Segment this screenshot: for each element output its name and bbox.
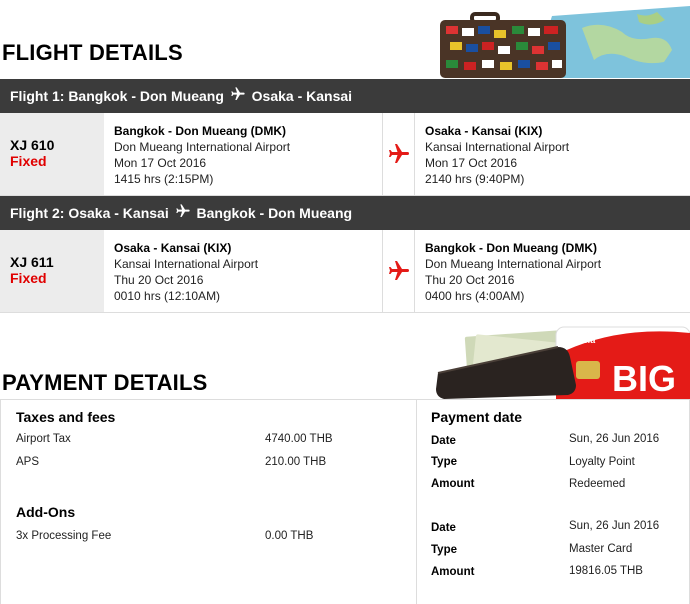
payment-type-label: Type <box>431 544 457 556</box>
flight-2-number-cell: XJ 611 Fixed <box>0 230 104 312</box>
fare-type: Fixed <box>10 153 47 169</box>
departure-time: 0010 hrs (12:10AM) <box>114 289 221 303</box>
divider <box>416 399 417 604</box>
payment-date-label: Date <box>431 522 456 534</box>
departure-station: Osaka - Kansai (KIX) <box>114 241 232 255</box>
flight-1-header-to: Osaka - Kansai <box>251 88 353 104</box>
tax-label: Airport Tax <box>16 433 71 445</box>
addon-label: 3x Processing Fee <box>16 530 112 542</box>
arrival-time: 2140 hrs (9:40PM) <box>425 172 525 186</box>
flight-2-header: Flight 2: Osaka - Kansai Bangkok - Don M… <box>0 196 690 230</box>
suitcase-map-illustration <box>440 6 690 78</box>
departure-date: Thu 20 Oct 2016 <box>114 273 204 287</box>
payment-type-value: Loyalty Point <box>569 456 635 468</box>
payment-amount-label: Amount <box>431 566 475 578</box>
card-brand-text: BIG <box>612 358 676 399</box>
taxes-heading: Taxes and fees <box>16 409 116 425</box>
departure-airport: Don Mueang International Airport <box>114 140 291 154</box>
plane-icon <box>389 144 409 163</box>
departure-time: 1415 hrs (2:15PM) <box>114 172 214 186</box>
flight-2-header-to: Bangkok - Don Mueang <box>196 205 353 221</box>
payment-details-title: PAYMENT DETAILS <box>2 370 208 395</box>
flight-details-title: FLIGHT DETAILS <box>2 40 183 65</box>
divider <box>414 230 415 312</box>
payment-amount-label: Amount <box>431 478 475 490</box>
flight-code: XJ 611 <box>10 254 54 270</box>
flight-2-header-from: Flight 2: Osaka - Kansai <box>10 205 169 221</box>
departure-date: Mon 17 Oct 2016 <box>114 156 207 170</box>
arrival-time: 0400 hrs (4:00AM) <box>425 289 525 303</box>
payment-amount-value: 19816.05 THB <box>569 565 643 577</box>
divider <box>382 230 383 312</box>
arrival-airport: Don Mueang International Airport <box>425 257 602 271</box>
fare-type: Fixed <box>10 270 47 286</box>
flight-1-arrival: Osaka - Kansai (KIX) Kansai Internationa… <box>425 113 685 195</box>
tax-amount: 210.00 THB <box>265 456 327 468</box>
flight-2-row: XJ 611 Fixed Osaka - Kansai (KIX) Kansai… <box>0 230 690 313</box>
card-logo-text: AirAsia <box>563 335 596 345</box>
flight-1-departure: Bangkok - Don Mueang (DMK) Don Mueang In… <box>114 113 382 195</box>
arrival-station: Osaka - Kansai (KIX) <box>425 124 543 138</box>
addon-amount: 0.00 THB <box>265 530 314 542</box>
arrival-station: Bangkok - Don Mueang (DMK) <box>425 241 597 255</box>
wallet-card-illustration: BIG AirAsia <box>436 326 690 399</box>
arrival-airport: Kansai International Airport <box>425 140 570 154</box>
flight-code: XJ 610 <box>10 137 55 153</box>
flight-2-arrival: Bangkok - Don Mueang (DMK) Don Mueang In… <box>425 230 685 312</box>
plane-icon <box>175 197 191 231</box>
flight-1-header-from: Flight 1: Bangkok - Don Mueang <box>10 88 224 104</box>
flight-2-departure: Osaka - Kansai (KIX) Kansai Internationa… <box>114 230 382 312</box>
payment-type-label: Type <box>431 456 457 468</box>
addons-heading: Add-Ons <box>16 504 76 520</box>
payment-date-value: Sun, 26 Jun 2016 <box>569 433 660 445</box>
arrival-date: Mon 17 Oct 2016 <box>425 156 518 170</box>
tax-amount: 4740.00 THB <box>265 433 333 445</box>
plane-icon <box>389 261 409 280</box>
flight-1-number-cell: XJ 610 Fixed <box>0 113 104 195</box>
payment-date-value: Sun, 26 Jun 2016 <box>569 520 660 532</box>
departure-station: Bangkok - Don Mueang (DMK) <box>114 124 286 138</box>
tax-label: APS <box>16 456 40 468</box>
plane-icon <box>230 80 246 114</box>
arrival-date: Thu 20 Oct 2016 <box>425 273 515 287</box>
divider <box>414 113 415 195</box>
departure-airport: Kansai International Airport <box>114 257 259 271</box>
flight-1-row: XJ 610 Fixed Bangkok - Don Mueang (DMK) … <box>0 113 690 196</box>
payment-type-value: Master Card <box>569 543 633 555</box>
payment-amount-value: Redeemed <box>569 478 626 490</box>
payment-date-heading: Payment date <box>431 409 523 425</box>
divider <box>382 113 383 195</box>
flight-1-header: Flight 1: Bangkok - Don Mueang Osaka - K… <box>0 79 690 113</box>
payment-date-label: Date <box>431 435 456 447</box>
